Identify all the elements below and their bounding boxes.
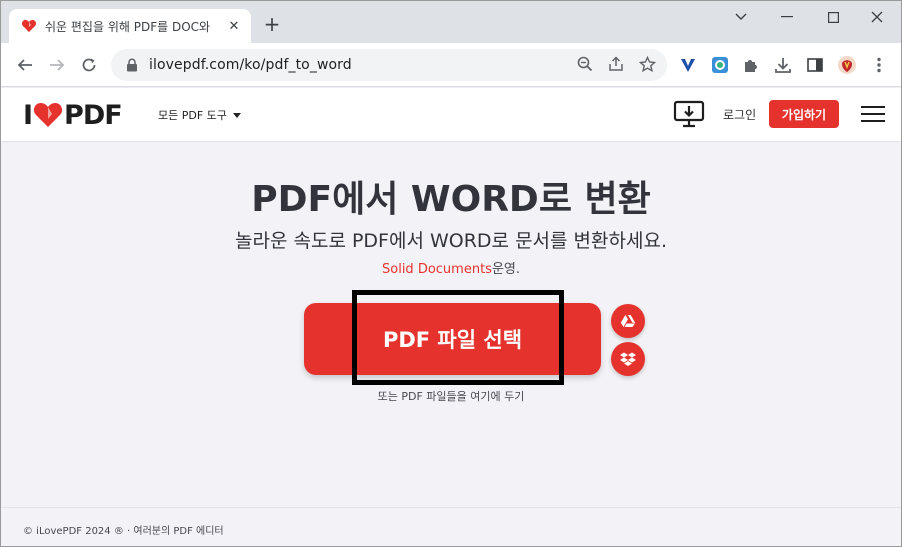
caret-down-icon bbox=[232, 112, 241, 118]
all-tools-label: 모든 PDF 도구 bbox=[158, 109, 227, 122]
heart-icon bbox=[21, 20, 37, 32]
google-drive-button[interactable] bbox=[611, 304, 645, 338]
tab-title: 쉬운 편집을 위해 PDF를 DOC와 bbox=[45, 19, 211, 34]
page-title: PDF에서 WORD로 변환 bbox=[251, 179, 651, 220]
select-pdf-button[interactable]: PDF 파일 선택 bbox=[304, 303, 601, 375]
download-icon[interactable] bbox=[773, 55, 793, 75]
puzzle-icon[interactable] bbox=[741, 55, 761, 75]
share-icon[interactable] bbox=[607, 55, 625, 73]
extension-v-icon[interactable] bbox=[678, 55, 698, 75]
sidepanel-icon[interactable] bbox=[805, 55, 825, 75]
login-link[interactable]: 로그인 bbox=[723, 106, 756, 123]
site-footer: © iLovePDF 2024 ® · 여러분의 PDF 에디터 bbox=[1, 507, 901, 546]
browser-toolbar: ilovepdf.com/ko/pdf_to_word bbox=[1, 43, 901, 87]
dropbox-icon bbox=[620, 352, 636, 366]
zoom-icon[interactable] bbox=[576, 55, 594, 73]
google-drive-icon bbox=[620, 315, 636, 327]
maximize-button[interactable] bbox=[815, 5, 851, 29]
reload-icon[interactable] bbox=[77, 53, 101, 77]
ilovepdf-logo[interactable]: I PDF bbox=[23, 99, 123, 131]
close-window-button[interactable] bbox=[859, 5, 895, 29]
site-header: I PDF 모든 PDF 도구 로그인 가입하기 bbox=[1, 88, 901, 141]
logo-wordmark: PDF bbox=[64, 99, 123, 131]
lock-icon[interactable] bbox=[125, 58, 139, 72]
browser-window: 쉬운 편집을 위해 PDF를 DOC와 ✕ + ilovepdf.com/ko/… bbox=[0, 0, 902, 547]
drop-hint: 또는 PDF 파일들을 여기에 두기 bbox=[377, 390, 525, 403]
credit-line: Solid Documents운영. bbox=[1, 258, 901, 277]
chevron-down-icon[interactable] bbox=[723, 5, 759, 29]
signup-button[interactable]: 가입하기 bbox=[769, 100, 839, 128]
main-content: PDF에서 WORD로 변환 놀라운 속도로 PDF에서 WORD로 문서를 변… bbox=[1, 142, 901, 507]
tab-close-icon[interactable]: ✕ bbox=[225, 17, 243, 35]
page-subtitle: 놀라운 속도로 PDF에서 WORD로 문서를 변환하세요. bbox=[235, 230, 667, 252]
kebab-menu-icon[interactable] bbox=[869, 55, 889, 75]
credit-suffix: 운영. bbox=[491, 262, 520, 277]
heart-icon bbox=[34, 103, 63, 127]
all-tools-menu[interactable]: 모든 PDF 도구 bbox=[158, 107, 241, 123]
hamburger-menu-icon[interactable] bbox=[861, 104, 885, 124]
forward-arrow-icon[interactable] bbox=[45, 53, 69, 77]
desktop-download-icon[interactable] bbox=[673, 100, 705, 128]
logo-letter: I bbox=[23, 99, 33, 131]
browser-tab[interactable]: 쉬운 편집을 위해 PDF를 DOC와 ✕ bbox=[9, 9, 251, 43]
minimize-button[interactable] bbox=[769, 5, 805, 29]
back-arrow-icon[interactable] bbox=[13, 53, 37, 77]
extension-globe-icon[interactable] bbox=[710, 55, 730, 75]
solid-documents-link[interactable]: Solid Documents bbox=[382, 262, 492, 277]
url-text[interactable]: ilovepdf.com/ko/pdf_to_word bbox=[149, 57, 352, 73]
new-tab-button[interactable]: + bbox=[261, 12, 283, 36]
profile-avatar-icon[interactable] bbox=[837, 55, 857, 75]
tab-strip: 쉬운 편집을 위해 PDF를 DOC와 ✕ + bbox=[1, 1, 901, 43]
star-icon[interactable] bbox=[638, 55, 656, 73]
copyright-text: © iLovePDF 2024 ® · 여러분의 PDF 에디터 bbox=[23, 526, 224, 537]
dropbox-button[interactable] bbox=[611, 342, 645, 376]
